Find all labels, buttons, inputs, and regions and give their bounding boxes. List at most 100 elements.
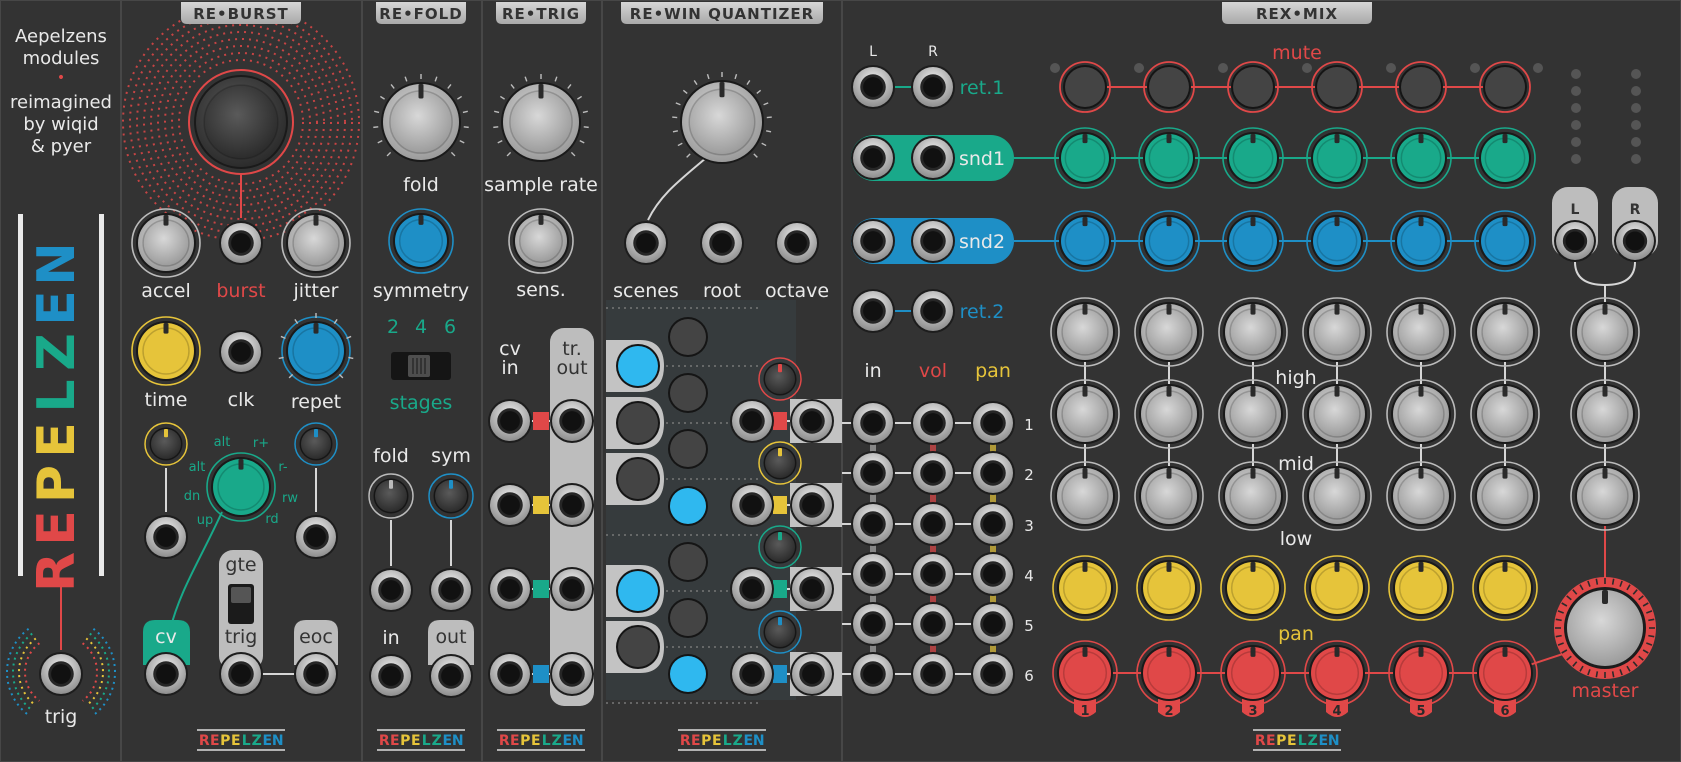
trig-input-jack[interactable] (39, 652, 83, 696)
mid-eq-knob-5[interactable] (1386, 379, 1456, 449)
quant-out-jack-4[interactable] (790, 652, 834, 696)
scene-select-button-4[interactable] (616, 569, 660, 613)
mid-eq-knob-4[interactable] (1302, 379, 1372, 449)
repet-cv-trim[interactable] (294, 422, 338, 466)
fold-cv-trim[interactable] (368, 473, 414, 519)
note-button-3[interactable] (668, 429, 708, 469)
send1-knob-1[interactable] (1054, 127, 1116, 189)
sens-knob[interactable] (508, 208, 574, 274)
scene-select-button-2[interactable] (616, 401, 660, 445)
master-mid-knob[interactable] (1570, 379, 1640, 449)
send2-knob-2[interactable] (1138, 210, 1200, 272)
mute-button-3[interactable] (1227, 61, 1279, 113)
mute-button-5[interactable] (1395, 61, 1447, 113)
send1-knob-5[interactable] (1390, 127, 1452, 189)
scene-select-button-1[interactable] (616, 344, 660, 388)
pan-knob-4[interactable] (1304, 555, 1370, 621)
trim-knob-4[interactable] (758, 610, 802, 654)
send1-knob-4[interactable] (1306, 127, 1368, 189)
out-jack[interactable] (429, 654, 473, 698)
quant-out-jack-2[interactable] (790, 483, 834, 527)
pan-cv-jack-4[interactable] (971, 552, 1015, 596)
low-eq-knob-3[interactable] (1218, 461, 1288, 531)
vol-cv-jack-2[interactable] (911, 451, 955, 495)
low-eq-knob-5[interactable] (1386, 461, 1456, 531)
high-eq-knob-2[interactable] (1134, 297, 1204, 367)
mute-button-2[interactable] (1143, 61, 1195, 113)
mid-eq-knob-1[interactable] (1050, 379, 1120, 449)
stages-switch[interactable] (391, 352, 451, 380)
vol-cv-jack-6[interactable] (911, 652, 955, 696)
input-jack-6[interactable] (851, 652, 895, 696)
note-button-1[interactable] (668, 317, 708, 357)
snd2-right-jack[interactable] (911, 219, 955, 263)
main-out-right-jack[interactable] (1614, 220, 1656, 262)
send2-knob-4[interactable] (1306, 210, 1368, 272)
pan-cv-jack-6[interactable] (971, 652, 1015, 696)
vol-cv-jack-3[interactable] (911, 502, 955, 546)
ret1-left-jack[interactable] (851, 65, 895, 109)
high-eq-knob-1[interactable] (1050, 297, 1120, 367)
input-jack-1[interactable] (851, 401, 895, 445)
input-jack-4[interactable] (851, 552, 895, 596)
pan-cv-jack-2[interactable] (971, 451, 1015, 495)
eoc-jack[interactable] (294, 652, 338, 696)
master-low-knob[interactable] (1570, 461, 1640, 531)
accel-knob[interactable] (131, 208, 201, 278)
master-volume-knob[interactable] (1554, 577, 1656, 679)
time-knob[interactable] (131, 316, 201, 386)
mid-eq-knob-2[interactable] (1134, 379, 1204, 449)
pan-knob-2[interactable] (1136, 555, 1202, 621)
high-eq-knob-5[interactable] (1386, 297, 1456, 367)
quant-in-jack-1[interactable] (730, 399, 774, 443)
scene-select-button-5[interactable] (616, 625, 660, 669)
note-button-7[interactable] (668, 654, 708, 694)
pan-cv-jack-1[interactable] (971, 401, 1015, 445)
time-cv-trim[interactable] (144, 422, 188, 466)
tr-out-jack-1[interactable] (550, 399, 594, 443)
snd1-right-jack[interactable] (911, 136, 955, 180)
vol-cv-jack-4[interactable] (911, 552, 955, 596)
quant-out-jack-1[interactable] (790, 399, 834, 443)
mid-eq-knob-6[interactable] (1470, 379, 1540, 449)
cv-in-jack-2[interactable] (488, 483, 532, 527)
snd2-left-jack[interactable] (851, 219, 895, 263)
send2-knob-3[interactable] (1222, 210, 1284, 272)
input-jack-2[interactable] (851, 451, 895, 495)
note-button-2[interactable] (668, 373, 708, 413)
main-out-left-jack[interactable] (1554, 220, 1596, 262)
ret2-left-jack[interactable] (851, 289, 895, 333)
low-eq-knob-1[interactable] (1050, 461, 1120, 531)
note-button-5[interactable] (668, 542, 708, 582)
ret1-right-jack[interactable] (911, 65, 955, 109)
mid-eq-knob-3[interactable] (1218, 379, 1288, 449)
note-button-6[interactable] (668, 598, 708, 638)
note-button-4[interactable] (668, 486, 708, 526)
ret2-right-jack[interactable] (911, 289, 955, 333)
send2-knob-1[interactable] (1054, 210, 1116, 272)
low-eq-knob-2[interactable] (1134, 461, 1204, 531)
fold-cv-jack[interactable] (369, 568, 413, 612)
sym-cv-trim[interactable] (428, 473, 474, 519)
quant-in-jack-3[interactable] (730, 567, 774, 611)
input-jack-5[interactable] (851, 602, 895, 646)
root-jack[interactable] (700, 221, 744, 265)
pan-knob-5[interactable] (1388, 555, 1454, 621)
trim-knob-3[interactable] (758, 525, 802, 569)
trig-jack[interactable] (219, 652, 263, 696)
trim-knob-1[interactable] (758, 357, 802, 401)
jitter-knob[interactable] (281, 208, 351, 278)
burst-jack[interactable] (219, 221, 263, 265)
input-jack-3[interactable] (851, 502, 895, 546)
cv-in-jack-3[interactable] (488, 567, 532, 611)
cv-in-jack-1[interactable] (488, 399, 532, 443)
volume-knob-2[interactable] (1136, 640, 1202, 706)
trim-knob-2[interactable] (758, 441, 802, 485)
pan-knob-1[interactable] (1052, 555, 1118, 621)
mute-button-6[interactable] (1479, 61, 1531, 113)
cv-jack[interactable] (144, 652, 188, 696)
volume-knob-5[interactable] (1388, 640, 1454, 706)
volume-knob-1[interactable] (1052, 640, 1118, 706)
volume-knob-6[interactable] (1472, 640, 1538, 706)
clk-jack[interactable] (219, 330, 263, 374)
